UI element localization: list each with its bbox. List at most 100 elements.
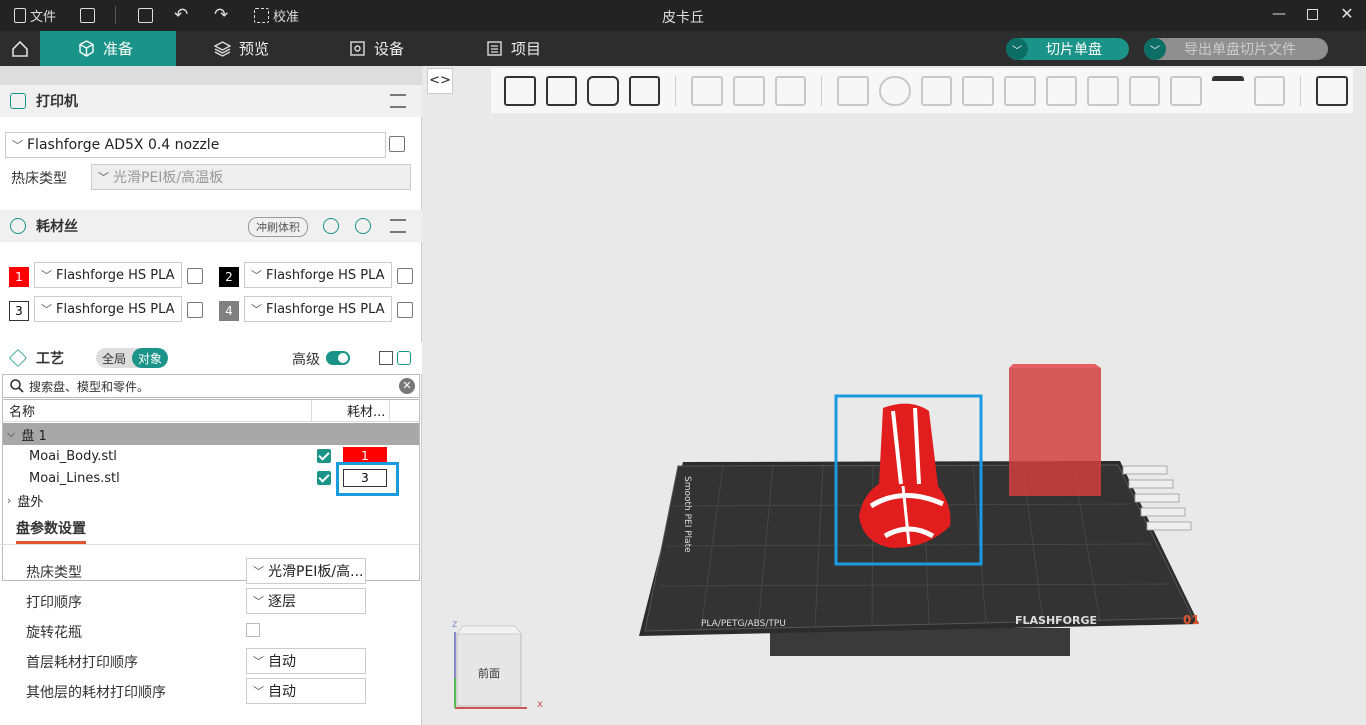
- minimize-icon[interactable]: —: [1272, 7, 1286, 21]
- tab-prepare[interactable]: 准备: [40, 31, 176, 66]
- edit-filament-3-icon[interactable]: [187, 302, 203, 318]
- param-other-layers-order-select[interactable]: ﹀ 自动: [246, 678, 366, 704]
- chevron-down-icon: ﹀: [12, 139, 23, 152]
- chevron-down-icon: ﹀: [41, 303, 52, 316]
- param-bed-type-select[interactable]: ﹀ 光滑PEI板/高...: [246, 558, 366, 584]
- view-cube-front-label: 前面: [478, 666, 500, 680]
- search-bar[interactable]: 搜索盘、模型和零件。 ✕: [2, 374, 420, 398]
- 3d-viewport[interactable]: <> PLA/PETG/ABS/TPU FLASHFORGE Smooth PE…: [423, 66, 1366, 725]
- filament-slot-2-select[interactable]: ﹀ Flashforge HS PLA: [244, 262, 392, 288]
- x-axis-label: x: [537, 699, 543, 710]
- param-value: 自动: [268, 684, 296, 700]
- wipe-tower-top: [1009, 364, 1101, 368]
- filament-slot-3-name: Flashforge HS PLA: [56, 301, 175, 317]
- filament-settings-icon[interactable]: [390, 219, 406, 233]
- plate-row-label: 盘 1: [21, 428, 47, 444]
- global-object-toggle[interactable]: 全局 对象: [96, 348, 169, 368]
- object-option[interactable]: 对象: [132, 348, 169, 368]
- col-filament-header[interactable]: 耗材...: [347, 401, 385, 420]
- param-value: 光滑PEI板/高...: [268, 564, 364, 580]
- plate-row[interactable]: ⌵ 盘 1: [3, 423, 419, 445]
- chevron-down-icon: ﹀: [253, 685, 264, 698]
- chevron-down-icon: ﹀: [98, 171, 109, 184]
- global-option[interactable]: 全局: [96, 348, 132, 368]
- advanced-switch[interactable]: [326, 351, 350, 365]
- param-print-sequence-select[interactable]: ﹀ 逐层: [246, 588, 366, 614]
- chevron-down-icon[interactable]: ﹀: [1144, 38, 1166, 60]
- search-input[interactable]: 搜索盘、模型和零件。: [29, 378, 149, 395]
- home-tab[interactable]: [0, 31, 40, 66]
- sidebar-top-strip: [0, 66, 422, 86]
- printer-select-value: Flashforge AD5X 0.4 nozzle: [27, 137, 220, 153]
- filament-slot-3-select[interactable]: ﹀ Flashforge HS PLA: [34, 296, 182, 322]
- process-list-icon[interactable]: [379, 351, 393, 365]
- chevron-down-icon[interactable]: ⌵: [7, 427, 15, 441]
- filament-slot-1-number[interactable]: 1: [9, 267, 29, 287]
- bed-type-value: 光滑PEI板/高温板: [113, 170, 224, 186]
- filament-slot-1-select[interactable]: ﹀ Flashforge HS PLA: [34, 262, 182, 288]
- slice-plate-button[interactable]: ﹀ 切片单盘: [1006, 38, 1129, 60]
- printer-section-title: 打印机: [36, 94, 78, 110]
- printer-select[interactable]: ﹀ Flashforge AD5X 0.4 nozzle: [5, 132, 386, 158]
- printer-icon: [10, 93, 26, 109]
- chevron-down-icon[interactable]: ﹀: [1006, 38, 1028, 60]
- bed-type-select: ﹀ 光滑PEI板/高温板: [91, 164, 411, 190]
- export-sliced-button[interactable]: ﹀ 导出单盘切片文件: [1144, 38, 1328, 60]
- param-label: 其他层的耗材打印顺序: [26, 685, 166, 701]
- outside-plate-row[interactable]: › 盘外: [3, 489, 419, 511]
- window-title: 皮卡丘: [662, 10, 704, 26]
- filament-slot-2-number[interactable]: 2: [219, 267, 239, 287]
- filament-icon: [10, 218, 26, 234]
- object-row[interactable]: Moai_Lines.stl 3: [3, 462, 419, 496]
- process-section-title: 工艺: [36, 351, 64, 367]
- scene: PLA/PETG/ABS/TPU FLASHFORGE Smooth PEI P…: [452, 364, 1200, 710]
- object-list-header: 名称 耗材...: [3, 400, 419, 422]
- home-icon: [12, 40, 28, 57]
- edit-filament-1-icon[interactable]: [187, 268, 203, 284]
- spiral-vase-checkbox[interactable]: [246, 623, 260, 637]
- printer-settings-icon[interactable]: [390, 94, 406, 108]
- compare-icon[interactable]: [397, 351, 411, 365]
- edit-filament-2-icon[interactable]: [397, 268, 413, 284]
- project-list-icon: [487, 41, 502, 56]
- divider: [0, 544, 422, 545]
- filament-slot-3-number[interactable]: 3: [9, 301, 29, 321]
- col-name-header[interactable]: 名称: [9, 401, 35, 420]
- chevron-right-icon[interactable]: ›: [7, 494, 11, 507]
- edit-printer-icon[interactable]: [389, 136, 405, 152]
- remove-filament-icon[interactable]: [355, 218, 371, 234]
- filament-slot-4-number[interactable]: 4: [219, 301, 239, 321]
- add-filament-icon[interactable]: [323, 218, 339, 234]
- process-section-header: 工艺 全局 对象 高级: [0, 342, 422, 374]
- cube-icon: [79, 40, 94, 57]
- tab-device[interactable]: 设备: [337, 31, 416, 66]
- param-first-layer-order-select[interactable]: ﹀ 自动: [246, 648, 366, 674]
- tab-prepare-label: 准备: [103, 40, 134, 58]
- wipe-tower[interactable]: [1009, 368, 1101, 496]
- param-label: 热床类型: [26, 565, 82, 581]
- param-value: 自动: [268, 654, 296, 670]
- restore-icon[interactable]: [1307, 9, 1318, 20]
- tab-project-label: 项目: [511, 40, 542, 58]
- view-cube[interactable]: 前面: [456, 625, 522, 707]
- chevron-down-icon: ﹀: [253, 655, 264, 668]
- object-visible-checkbox[interactable]: [317, 471, 331, 485]
- plate-number: 01: [1183, 613, 1200, 627]
- tab-project[interactable]: 项目: [474, 31, 553, 66]
- edit-filament-4-icon[interactable]: [397, 302, 413, 318]
- object-visible-checkbox[interactable]: [317, 449, 331, 463]
- plate-materials-text: PLA/PETG/ABS/TPU: [701, 619, 786, 629]
- flush-volume-button[interactable]: 冲刷体积: [248, 217, 308, 237]
- filament-slot-1-name: Flashforge HS PLA: [56, 267, 175, 283]
- plate-params-tab[interactable]: 盘参数设置: [16, 518, 86, 544]
- column-divider: [389, 400, 390, 422]
- filament-slot-4-name: Flashforge HS PLA: [266, 301, 385, 317]
- filament-slot-4-select[interactable]: ﹀ Flashforge HS PLA: [244, 296, 392, 322]
- device-icon: [350, 41, 365, 56]
- chevron-down-icon: ﹀: [253, 595, 264, 608]
- clear-search-icon[interactable]: ✕: [399, 378, 415, 394]
- chevron-down-icon: ﹀: [251, 303, 262, 316]
- close-icon[interactable]: ✕: [1340, 6, 1354, 22]
- search-icon: [10, 379, 24, 393]
- tab-preview[interactable]: 预览: [202, 31, 281, 66]
